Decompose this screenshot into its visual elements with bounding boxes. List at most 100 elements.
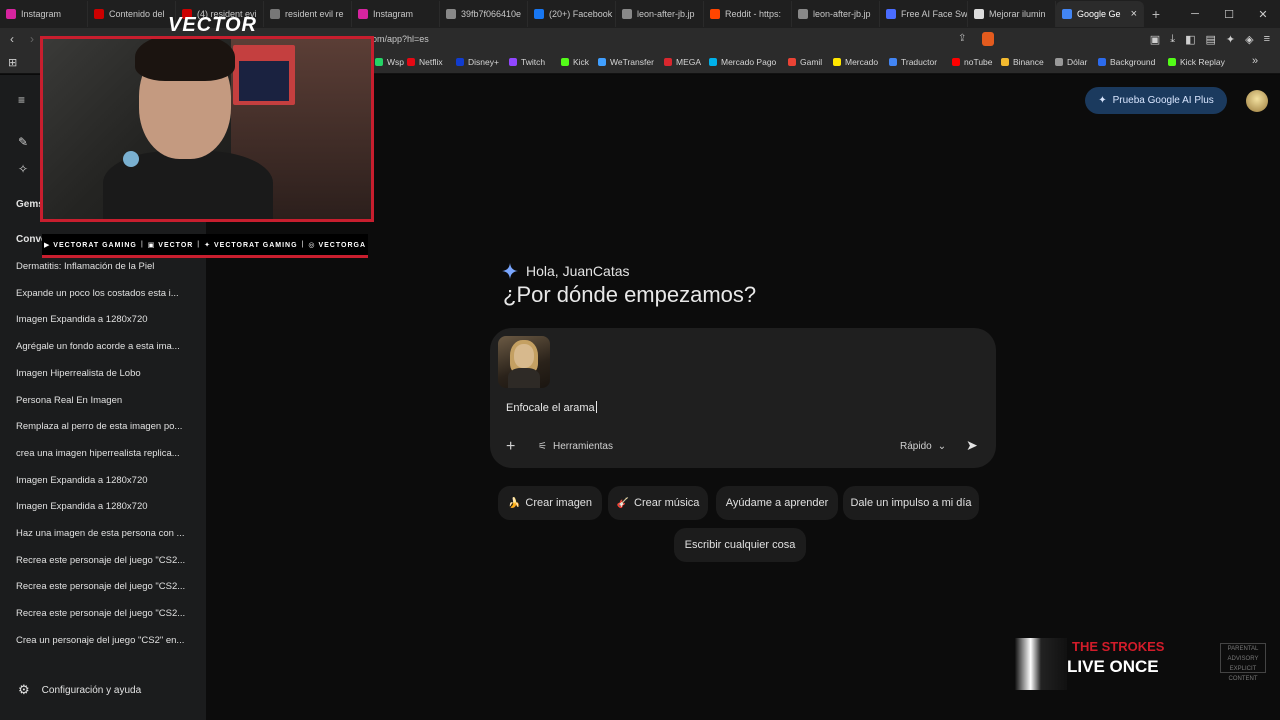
- suggestion-chip[interactable]: 🍌 Crear imagen: [498, 486, 602, 520]
- model-mode-dropdown[interactable]: Rápido ⌄: [900, 441, 946, 452]
- conversation-item[interactable]: Crea un personaje del juego "CS2" en...: [16, 635, 192, 646]
- bookmark-item[interactable]: Gamil: [788, 57, 822, 67]
- bookmark-item[interactable]: Mercado Pago: [709, 57, 776, 67]
- tab-favicon-icon: [270, 9, 280, 19]
- bookmark-item[interactable]: Twitch: [509, 57, 545, 67]
- brave-shield-icon[interactable]: [982, 32, 994, 46]
- conversation-item[interactable]: Expande un poco los costados esta i...: [16, 288, 192, 299]
- more-bookmarks-icon[interactable]: »: [1252, 55, 1258, 67]
- browser-tab[interactable]: 39fb7f066410e: [440, 1, 528, 27]
- explore-gems-icon[interactable]: ✧: [18, 162, 28, 176]
- bookmark-item[interactable]: WeTransfer: [598, 57, 654, 67]
- tab-label: Contenido del: [109, 9, 165, 19]
- browser-tab[interactable]: Free AI Face Sw: [880, 1, 968, 27]
- separator: |: [301, 241, 305, 248]
- minimize-icon[interactable]: ─: [1178, 8, 1212, 20]
- suggestion-chip[interactable]: Ayúdame a aprender: [716, 486, 838, 520]
- browser-tab[interactable]: Contenido del: [88, 1, 176, 27]
- bookmark-favicon-icon: [1168, 58, 1176, 66]
- bookmark-item[interactable]: Netflix: [407, 57, 443, 67]
- streamer-logo: VECTOR: [168, 14, 257, 36]
- conversation-item[interactable]: Imagen Expandida a 1280x720: [16, 314, 192, 325]
- chevron-down-icon: ⌄: [937, 441, 947, 452]
- browser-tab[interactable]: resident evil re: [264, 1, 352, 27]
- browser-tab[interactable]: Instagram: [352, 1, 440, 27]
- conversation-item[interactable]: Remplaza al perro de esta imagen po...: [16, 421, 192, 432]
- chip-label: Ayúdame a aprender: [725, 497, 829, 509]
- bookmark-label: Traductor: [901, 57, 938, 67]
- toolbar-icons: ▣ ⤓ ◧ ▤ ✦ ◈ ≡: [1150, 33, 1270, 46]
- new-chat-icon[interactable]: ✎: [18, 135, 28, 149]
- wallet-icon[interactable]: ▤: [1205, 33, 1215, 46]
- bookmark-item[interactable]: MEGA: [664, 57, 701, 67]
- conversation-item[interactable]: Imagen Expandida a 1280x720: [16, 501, 192, 512]
- browser-tab[interactable]: Reddit - https:: [704, 1, 792, 27]
- suggestion-chip[interactable]: 🎸 Crear música: [608, 486, 708, 520]
- bookmark-item[interactable]: Wsp: [375, 57, 404, 67]
- window-controls: ─ ☐ ✕: [1178, 0, 1280, 28]
- gemini-sparkle-icon: [502, 263, 518, 279]
- back-icon[interactable]: ‹: [10, 32, 14, 46]
- browser-tab[interactable]: leon-after-jb.jp: [792, 1, 880, 27]
- bookmark-item[interactable]: Kick Replay: [1168, 57, 1225, 67]
- sidebar-toggle-icon[interactable]: ◧: [1185, 33, 1195, 46]
- conversation-item[interactable]: crea una imagen hiperrealista replica...: [16, 448, 192, 459]
- browser-tab[interactable]: Instagram: [0, 1, 88, 27]
- attached-image-thumbnail[interactable]: [498, 336, 550, 388]
- suggestion-chip[interactable]: Escribir cualquier cosa: [674, 528, 806, 562]
- apps-grid-icon[interactable]: ⊞: [8, 56, 17, 69]
- send-button[interactable]: ➤: [966, 437, 978, 454]
- conversation-item[interactable]: Recrea este personaje del juego "CS2...: [16, 555, 192, 566]
- vpn-icon[interactable]: ◈: [1245, 33, 1253, 46]
- browser-tab[interactable]: Mejorar ilumin: [968, 1, 1056, 27]
- new-tab-button[interactable]: +: [1144, 6, 1168, 22]
- tools-button[interactable]: ⚟ Herramientas: [538, 441, 613, 452]
- conversation-item[interactable]: Imagen Expandida a 1280x720: [16, 475, 192, 486]
- hamburger-menu-icon[interactable]: ≡: [18, 93, 25, 107]
- settings-help-button[interactable]: ⚙ Configuración y ayuda: [18, 682, 141, 698]
- mode-label: Rápido: [900, 441, 932, 452]
- download-icon[interactable]: ⤓: [1170, 33, 1175, 46]
- settings-label: Configuración y ayuda: [41, 684, 142, 696]
- conversation-item[interactable]: Persona Real En Imagen: [16, 395, 192, 406]
- bookmark-item[interactable]: Background: [1098, 57, 1155, 67]
- user-avatar[interactable]: [1246, 90, 1268, 112]
- browser-tab[interactable]: leon-after-jb.jp: [616, 1, 704, 27]
- bookmark-item[interactable]: Kick: [561, 57, 589, 67]
- suggestion-chip[interactable]: Dale un impulso a mi día: [843, 486, 979, 520]
- forward-icon[interactable]: ›: [30, 32, 34, 46]
- browser-tab[interactable]: (20+) Facebook: [528, 1, 616, 27]
- bookmark-item[interactable]: Disney+: [456, 57, 499, 67]
- browser-tab[interactable]: Google Ge ×: [1056, 1, 1144, 27]
- share-icon[interactable]: ⇪: [958, 33, 966, 44]
- conversation-item[interactable]: Dermatitis: Inflamación de la Piel: [16, 261, 192, 272]
- add-attachment-button[interactable]: +: [506, 438, 515, 456]
- bookmark-favicon-icon: [375, 58, 383, 66]
- close-window-icon[interactable]: ✕: [1246, 8, 1280, 21]
- tab-favicon-icon: [886, 9, 896, 19]
- bookmark-item[interactable]: noTube: [952, 57, 993, 67]
- conversation-item[interactable]: Recrea este personaje del juego "CS2...: [16, 581, 192, 592]
- conversation-item[interactable]: Recrea este personaje del juego "CS2...: [16, 608, 192, 619]
- conversation-item[interactable]: Haz una imagen de esta persona con ...: [16, 528, 192, 539]
- menu-icon[interactable]: ≡: [1264, 33, 1270, 46]
- bookmark-item[interactable]: Dólar: [1055, 57, 1087, 67]
- conversation-item[interactable]: Agrégale un fondo acorde a esta ima...: [16, 341, 192, 352]
- url-field[interactable]: om/app?hl=es: [372, 34, 429, 44]
- ai-assistant-icon[interactable]: ✦: [1226, 33, 1235, 46]
- bookmark-item[interactable]: Binance: [1001, 57, 1044, 67]
- bookmark-label: Background: [1110, 57, 1156, 67]
- chip-label: Crear música: [634, 497, 700, 509]
- prompt-input[interactable]: Enfocale el arama: [506, 401, 597, 414]
- maximize-icon[interactable]: ☐: [1212, 8, 1246, 21]
- tab-favicon-icon: [446, 9, 456, 19]
- screenshot-icon[interactable]: ▣: [1150, 33, 1160, 46]
- close-tab-icon[interactable]: ×: [1131, 8, 1137, 20]
- twitter-icon: ✦: [204, 241, 214, 249]
- bookmark-item[interactable]: Mercado: [833, 57, 878, 67]
- conversation-item[interactable]: Imagen Hiperrealista de Lobo: [16, 368, 192, 379]
- bookmark-favicon-icon: [1001, 58, 1009, 66]
- bookmark-label: Binance: [1013, 57, 1044, 67]
- promo-ai-plus-button[interactable]: ✦ Prueba Google AI Plus: [1085, 87, 1227, 114]
- bookmark-item[interactable]: Traductor: [889, 57, 937, 67]
